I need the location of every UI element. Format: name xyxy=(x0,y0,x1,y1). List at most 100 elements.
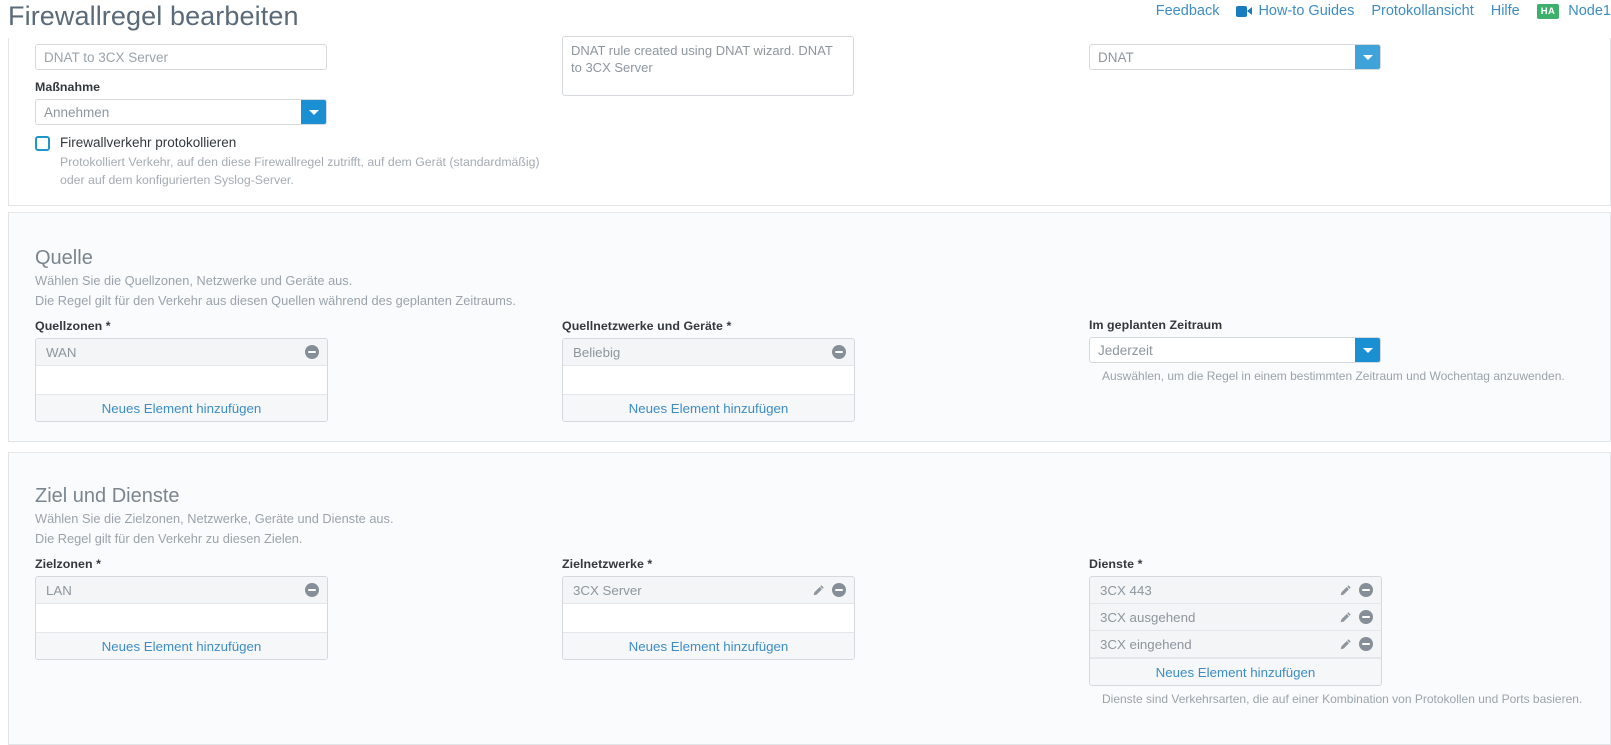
list-item[interactable]: WAN xyxy=(36,339,327,366)
source-zones-group: Quellzonen * WAN Neues Element hinzufüge… xyxy=(35,319,328,422)
page-title: Firewallregel bearbeiten xyxy=(8,1,299,31)
log-traffic-group: Firewallverkehr protokollieren Protokoll… xyxy=(35,134,555,189)
source-zones-listbox: WAN Neues Element hinzufügen xyxy=(35,338,328,422)
remove-icon[interactable] xyxy=(1359,610,1373,624)
remove-icon[interactable] xyxy=(1359,637,1373,651)
list-item-label: 3CX ausgehend xyxy=(1100,609,1196,625)
list-item-label: 3CX eingehend xyxy=(1100,636,1192,652)
nav-label-help: Hilfe xyxy=(1490,3,1520,19)
list-item-label: Beliebig xyxy=(573,344,621,360)
schedule-group: Im geplanten Zeitraum Jederzeit Auswähle… xyxy=(1089,318,1609,385)
nav-link-how-to-guides[interactable]: How-to Guides xyxy=(1236,2,1354,20)
top-header: Firewallregel bearbeiten Feedback How-to… xyxy=(0,0,1611,38)
services-listbox: 3CX 443 3CX ausgehend 3CX eingehend Neue… xyxy=(1089,576,1382,686)
nav-link-log-viewer[interactable]: Protokollansicht xyxy=(1371,2,1473,20)
schedule-select[interactable]: Jederzeit xyxy=(1089,337,1381,363)
add-new-element-button[interactable]: Neues Element hinzufügen xyxy=(563,394,854,421)
nav-link-feedback[interactable]: Feedback xyxy=(1156,2,1220,20)
services-label: Dienste * xyxy=(1089,557,1143,571)
firewall-rule-edit-page: Firewallregel bearbeiten Feedback How-to… xyxy=(0,0,1611,745)
chevron-down-icon[interactable] xyxy=(1355,338,1380,362)
remove-icon[interactable] xyxy=(305,583,319,597)
source-section-heading: Quelle Wählen Sie die Quellzonen, Netzwe… xyxy=(35,245,735,311)
remove-icon[interactable] xyxy=(305,345,319,359)
rule-name-group xyxy=(35,44,327,70)
rule-description-textarea[interactable] xyxy=(562,36,854,96)
rule-name-input[interactable] xyxy=(35,44,327,70)
list-item-label: 3CX 443 xyxy=(1100,582,1152,598)
rule-description-group xyxy=(562,36,854,101)
dest-zones-label: Zielzonen * xyxy=(35,557,101,571)
action-select-value: Annehmen xyxy=(35,99,327,125)
log-traffic-checkbox[interactable] xyxy=(35,136,50,151)
listbox-empty-space xyxy=(36,604,327,632)
destination-title: Ziel und Dienste xyxy=(35,485,180,507)
destination-desc-line1: Wählen Sie die Zielzonen, Netzwerke, Ger… xyxy=(35,511,394,526)
listbox-empty-space xyxy=(563,604,854,632)
rule-basics-panel: Maßnahme Annehmen Firewallverkehr protok… xyxy=(8,36,1611,206)
destination-desc-line2: Die Regel gilt für den Verkehr zu diesen… xyxy=(35,531,303,546)
ha-badge: HA xyxy=(1536,3,1560,19)
source-networks-label: Quellnetzwerke und Geräte * xyxy=(562,319,732,333)
list-item[interactable]: Beliebig xyxy=(563,339,854,366)
list-item-label: WAN xyxy=(46,344,77,360)
edit-icon[interactable] xyxy=(1339,611,1352,624)
rule-type-group: DNAT xyxy=(1089,44,1381,70)
dest-zones-group: Zielzonen * LAN Neues Element hinzufügen xyxy=(35,557,328,660)
dest-networks-label: Zielnetzwerke * xyxy=(562,557,653,571)
add-new-element-button[interactable]: Neues Element hinzufügen xyxy=(36,394,327,421)
source-networks-listbox: Beliebig Neues Element hinzufügen xyxy=(562,338,855,422)
remove-icon[interactable] xyxy=(832,345,846,359)
list-item-label: LAN xyxy=(46,582,72,598)
edit-icon[interactable] xyxy=(1339,584,1352,597)
top-navigation: Feedback How-to Guides Protokollansicht … xyxy=(1156,0,1611,20)
destination-section-heading: Ziel und Dienste Wählen Sie die Zielzone… xyxy=(35,483,735,549)
nav-label-how-to-guides: How-to Guides xyxy=(1258,3,1355,19)
destination-panel: Ziel und Dienste Wählen Sie die Zielzone… xyxy=(8,452,1611,745)
source-desc-line2: Die Regel gilt für den Verkehr aus diese… xyxy=(35,293,516,308)
schedule-hint: Auswählen, um die Regel in einem bestimm… xyxy=(1102,369,1565,383)
services-group: Dienste * 3CX 443 3CX ausgehend 3CX eing… xyxy=(1089,557,1609,708)
list-item[interactable]: 3CX Server xyxy=(563,577,854,604)
action-label: Maßnahme xyxy=(35,80,101,94)
list-item[interactable]: 3CX 443 xyxy=(1090,577,1381,604)
source-zones-label: Quellzonen * xyxy=(35,319,111,333)
add-new-element-button[interactable]: Neues Element hinzufügen xyxy=(1090,658,1381,685)
chevron-down-icon[interactable] xyxy=(1355,45,1380,69)
list-item-label: 3CX Server xyxy=(573,582,642,598)
source-title: Quelle xyxy=(35,247,93,269)
listbox-empty-space xyxy=(563,366,854,394)
schedule-select-value: Jederzeit xyxy=(1089,337,1381,363)
edit-icon[interactable] xyxy=(1339,638,1352,651)
source-desc-line1: Wählen Sie die Quellzonen, Netzwerke und… xyxy=(35,273,353,288)
add-new-element-button[interactable]: Neues Element hinzufügen xyxy=(36,632,327,659)
nav-link-help[interactable]: Hilfe xyxy=(1491,2,1520,20)
action-group: Maßnahme Annehmen xyxy=(35,80,327,125)
dest-networks-group: Zielnetzwerke * 3CX Server Neues Element… xyxy=(562,557,855,660)
nav-label-log-viewer: Protokollansicht xyxy=(1371,3,1474,19)
source-networks-group: Quellnetzwerke und Geräte * Beliebig Neu… xyxy=(562,319,855,422)
node-indicator[interactable]: HA Node1 xyxy=(1536,2,1611,20)
list-item[interactable]: 3CX ausgehend xyxy=(1090,604,1381,631)
add-new-element-button[interactable]: Neues Element hinzufügen xyxy=(563,632,854,659)
log-traffic-label: Firewallverkehr protokollieren xyxy=(60,135,237,150)
edit-icon[interactable] xyxy=(812,584,825,597)
rule-type-select[interactable]: DNAT xyxy=(1089,44,1381,70)
list-item[interactable]: 3CX eingehend xyxy=(1090,631,1381,658)
schedule-label: Im geplanten Zeitraum xyxy=(1089,318,1223,332)
remove-icon[interactable] xyxy=(832,583,846,597)
source-panel: Quelle Wählen Sie die Quellzonen, Netzwe… xyxy=(8,212,1611,442)
chevron-down-icon[interactable] xyxy=(301,100,326,124)
dest-zones-listbox: LAN Neues Element hinzufügen xyxy=(35,576,328,660)
services-hint: Dienste sind Verkehrsarten, die auf eine… xyxy=(1102,692,1583,706)
list-item[interactable]: LAN xyxy=(36,577,327,604)
action-select[interactable]: Annehmen xyxy=(35,99,327,125)
node-label: Node1 xyxy=(1568,3,1611,19)
video-camera-icon xyxy=(1236,5,1253,17)
remove-icon[interactable] xyxy=(1359,583,1373,597)
dest-networks-listbox: 3CX Server Neues Element hinzufügen xyxy=(562,576,855,660)
listbox-empty-space xyxy=(36,366,327,394)
log-traffic-hint: Protokolliert Verkehr, auf den diese Fir… xyxy=(60,155,540,187)
nav-label-feedback: Feedback xyxy=(1155,3,1220,19)
rule-type-select-value: DNAT xyxy=(1089,44,1381,70)
